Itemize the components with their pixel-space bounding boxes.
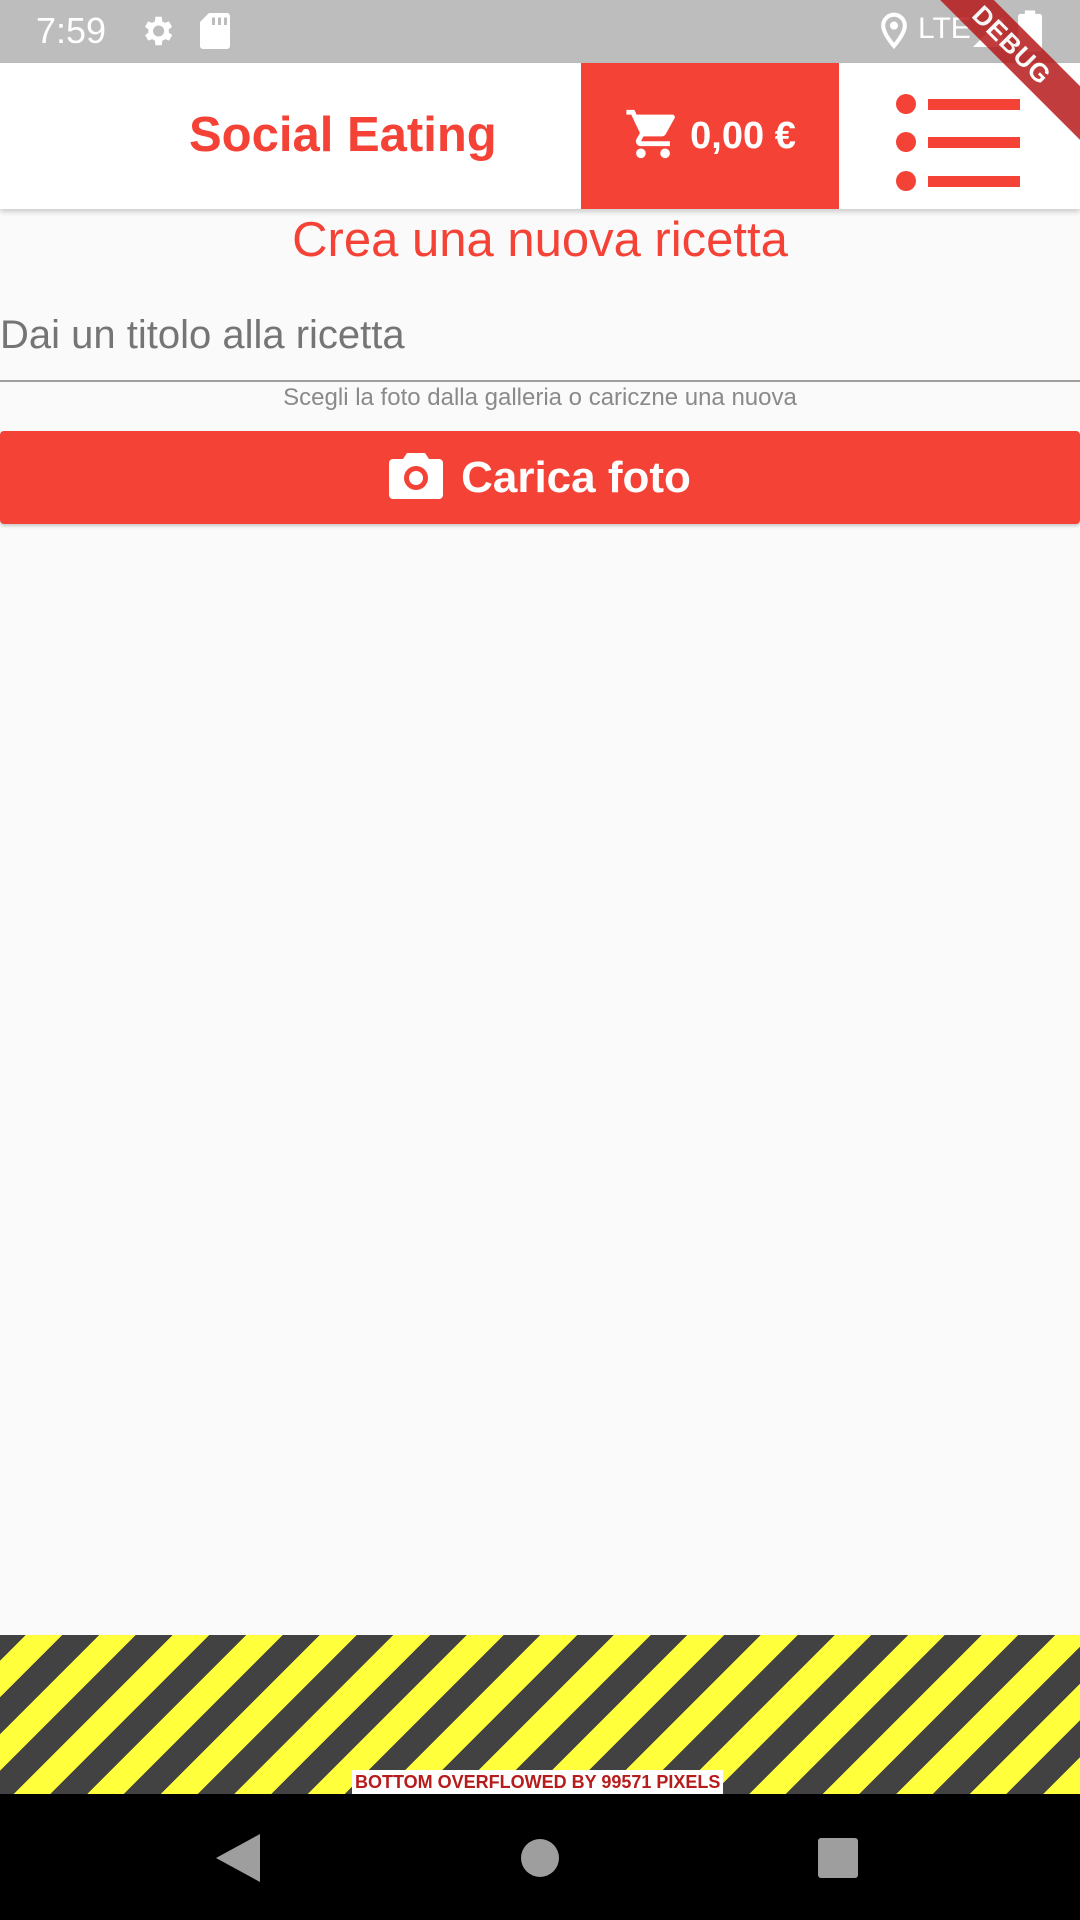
navigation-bar xyxy=(0,1794,1080,1920)
settings-icon xyxy=(138,12,176,55)
overflow-warning-text: BOTTOM OVERFLOWED BY 99571 PIXELS xyxy=(352,1770,724,1795)
upload-photo-button[interactable]: Carica foto xyxy=(0,431,1080,524)
status-time: 7:59 xyxy=(36,10,107,51)
app-title: Social Eating xyxy=(189,108,497,162)
back-icon[interactable] xyxy=(216,1834,260,1887)
location-icon xyxy=(880,12,908,55)
status-bar: 7:59 LTE xyxy=(0,0,1080,63)
upload-photo-label: Carica foto xyxy=(461,452,691,502)
cart-button[interactable]: 0,00 € xyxy=(581,63,839,209)
cart-amount: 0,00 € xyxy=(690,114,796,157)
shopping-cart-icon xyxy=(624,105,682,168)
recipe-title-input[interactable] xyxy=(0,290,1080,382)
app-bar: Social Eating 0,00 € xyxy=(0,63,1080,209)
recents-icon[interactable] xyxy=(818,1838,858,1883)
home-icon[interactable] xyxy=(520,1838,560,1883)
photo-hint: Scegli la foto dalla galleria o cariczne… xyxy=(283,384,797,411)
page-title: Crea una nuova ricetta xyxy=(292,213,788,267)
sd-card-icon xyxy=(200,12,230,55)
camera-icon xyxy=(389,451,444,504)
list-menu-icon[interactable] xyxy=(890,88,1020,192)
